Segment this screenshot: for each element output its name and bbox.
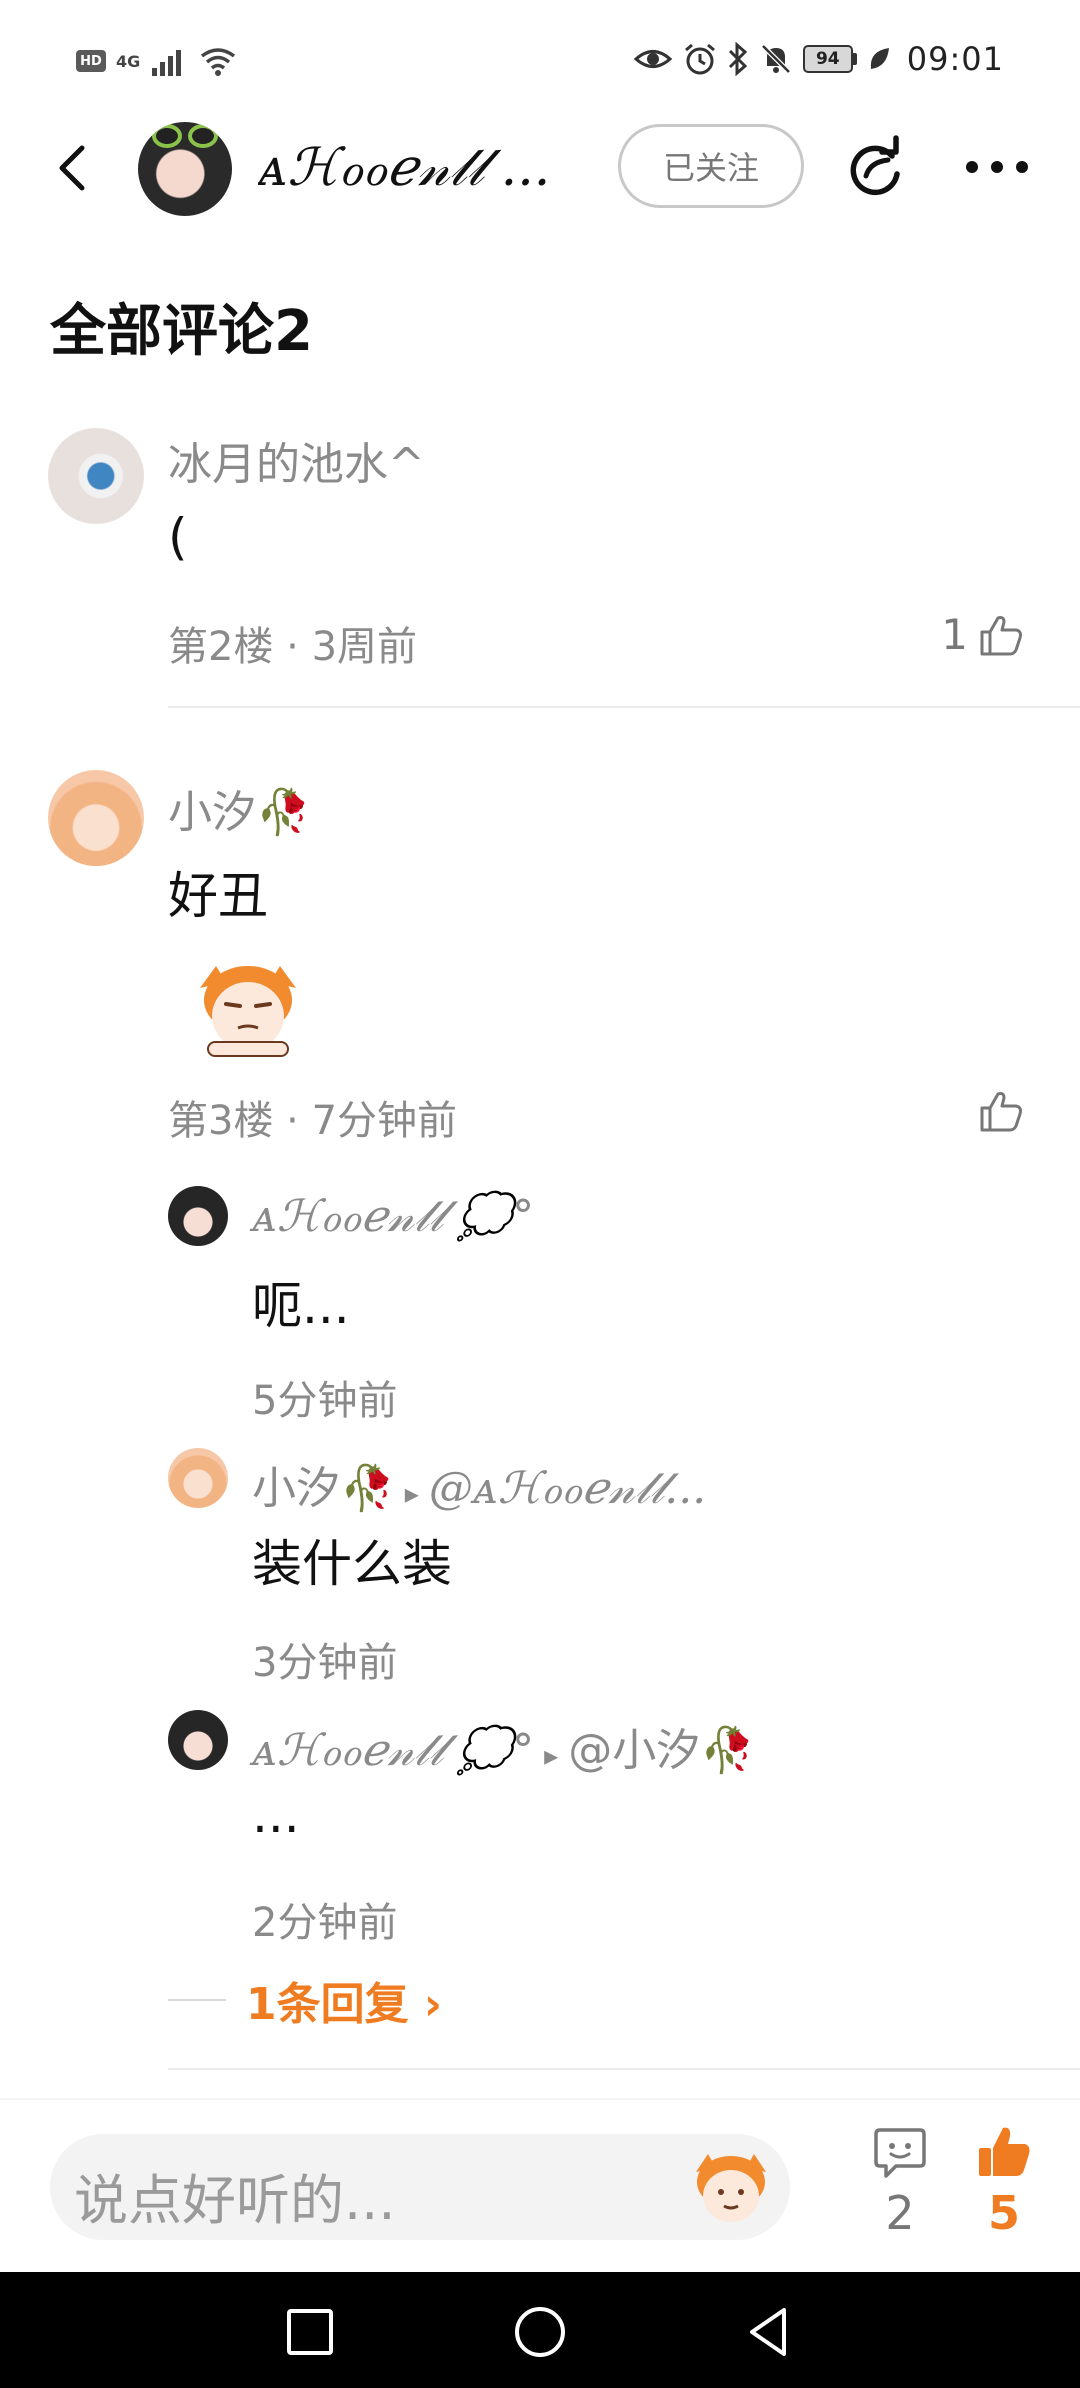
comment-avatar[interactable]	[48, 770, 144, 866]
reply-arrow-icon: ▸	[544, 1739, 559, 1772]
reply-text: 装什么装	[252, 1535, 452, 1593]
post-header: ᴀℋℴℴℯ𝓃𝓁𝓁 ... 已关注	[0, 118, 1080, 218]
battery-indicator: 94	[802, 45, 857, 73]
flower-icon: 🥀	[256, 787, 311, 838]
comment-like-button[interactable]	[978, 1088, 1024, 1134]
comment-text: 好丑	[168, 867, 268, 925]
reply-target[interactable]: @小汐	[568, 1725, 700, 1776]
emoji-sticker-icon[interactable]	[686, 2142, 776, 2232]
signal-icon	[152, 50, 182, 76]
more-replies-label: 1条回复 ›	[246, 1979, 443, 2030]
comment-input-bar: 说点好听的... 2 5	[0, 2100, 1080, 2272]
comment-avatar[interactable]	[48, 428, 144, 524]
reply-avatar[interactable]	[168, 1710, 228, 1770]
clock: 09:01	[906, 40, 1004, 78]
back-icon[interactable]	[48, 140, 98, 196]
reply-avatar[interactable]	[168, 1448, 228, 1508]
like-icon	[980, 1092, 1022, 1132]
status-right: 94 09:01	[633, 40, 1004, 78]
hd-badge: HD	[76, 50, 106, 72]
comment-input[interactable]: 说点好听的...	[50, 2134, 790, 2240]
nav-triangle-icon[interactable]	[740, 2302, 800, 2362]
comment-icon	[874, 2128, 926, 2178]
emoji-sticker-icon	[200, 966, 296, 1057]
eye-icon	[633, 50, 673, 68]
reply-username[interactable]: ᴀℋℴℴℯ𝓃𝓁𝓁 💭°	[252, 1190, 534, 1242]
battery-level: 94	[802, 45, 853, 73]
like-count: 5	[987, 2186, 1020, 2240]
reply-avatar[interactable]	[168, 1186, 228, 1246]
comment-text: (	[168, 508, 188, 566]
reply-text: ...	[252, 1786, 300, 1844]
status-left: HD 4G	[76, 46, 238, 76]
section-title: 全部评论2	[50, 299, 313, 364]
comment-meta: 第3楼 · 7分钟前	[168, 1098, 458, 1144]
network-label: 4G	[116, 51, 141, 71]
author-avatar[interactable]	[138, 122, 232, 216]
reply-username-text: 小汐	[252, 1463, 340, 1514]
nav-square-icon[interactable]	[280, 2302, 340, 2362]
wifi-icon	[201, 48, 236, 76]
comment-count: 2	[885, 2186, 915, 2240]
more-replies-line	[168, 1999, 226, 2001]
leaf-icon	[870, 48, 889, 69]
reply-username-text: ᴀℋℴℴℯ𝓃𝓁𝓁 💭°	[252, 1725, 535, 1776]
comment-like-button[interactable]: 1	[941, 610, 1024, 659]
reply-text: 呃...	[252, 1277, 350, 1335]
like-count: 1	[941, 610, 968, 659]
system-nav-bar	[0, 2272, 1080, 2388]
alarm-icon	[684, 43, 715, 75]
thumb-up-icon	[979, 2127, 1030, 2176]
like-post-button[interactable]: 5	[964, 2124, 1044, 2240]
like-icon	[980, 615, 1022, 655]
comment-divider	[168, 2068, 1080, 2070]
author-name[interactable]: ᴀℋℴℴℯ𝓃𝓁𝓁 ...	[258, 138, 598, 199]
reply-target[interactable]: @ᴀℋℴℴℯ𝓃𝓁𝓁...	[429, 1463, 706, 1514]
nav-circle-icon[interactable]	[510, 2302, 570, 2362]
reply-arrow-icon: ▸	[404, 1477, 419, 1510]
comment-meta: 第2楼 · 3周前	[168, 624, 418, 670]
comment-divider	[168, 706, 1080, 708]
comments-screen: HD 4G 94 09:01 ᴀℋℴℴℯ𝓃𝓁𝓁 ... 已关注 全部评论2 冰月…	[0, 0, 1080, 2388]
reply-time: 3分钟前	[252, 1640, 398, 1686]
reply-username[interactable]: ᴀℋℴℴℯ𝓃𝓁𝓁 💭° ▸ @小汐🥀	[252, 1714, 755, 1778]
flower-icon: 🥀	[340, 1463, 395, 1514]
mute-bell-icon	[761, 44, 791, 74]
share-icon[interactable]	[842, 134, 908, 200]
reply-time: 2分钟前	[252, 1900, 398, 1946]
bluetooth-icon	[728, 42, 747, 76]
battery-tip	[852, 53, 857, 65]
more-replies-link[interactable]: 1条回复 ›	[168, 1968, 442, 2032]
comment-count-button[interactable]: 2	[860, 2126, 940, 2240]
comment-username-text: 小汐	[168, 787, 256, 838]
comment-username[interactable]: 冰月的池水^	[168, 428, 425, 492]
reply-username[interactable]: 小汐🥀 ▸ @ᴀℋℴℴℯ𝓃𝓁𝓁...	[252, 1452, 706, 1516]
status-bar: HD 4G 94 09:01	[0, 0, 1080, 120]
follow-button[interactable]: 已关注	[618, 124, 804, 208]
flower-icon: 🥀	[700, 1725, 755, 1776]
more-icon[interactable]	[962, 144, 1032, 190]
comment-input-placeholder: 说点好听的...	[74, 2169, 396, 2232]
comment-username[interactable]: 小汐🥀	[168, 776, 311, 840]
reply-time: 5分钟前	[252, 1378, 398, 1424]
